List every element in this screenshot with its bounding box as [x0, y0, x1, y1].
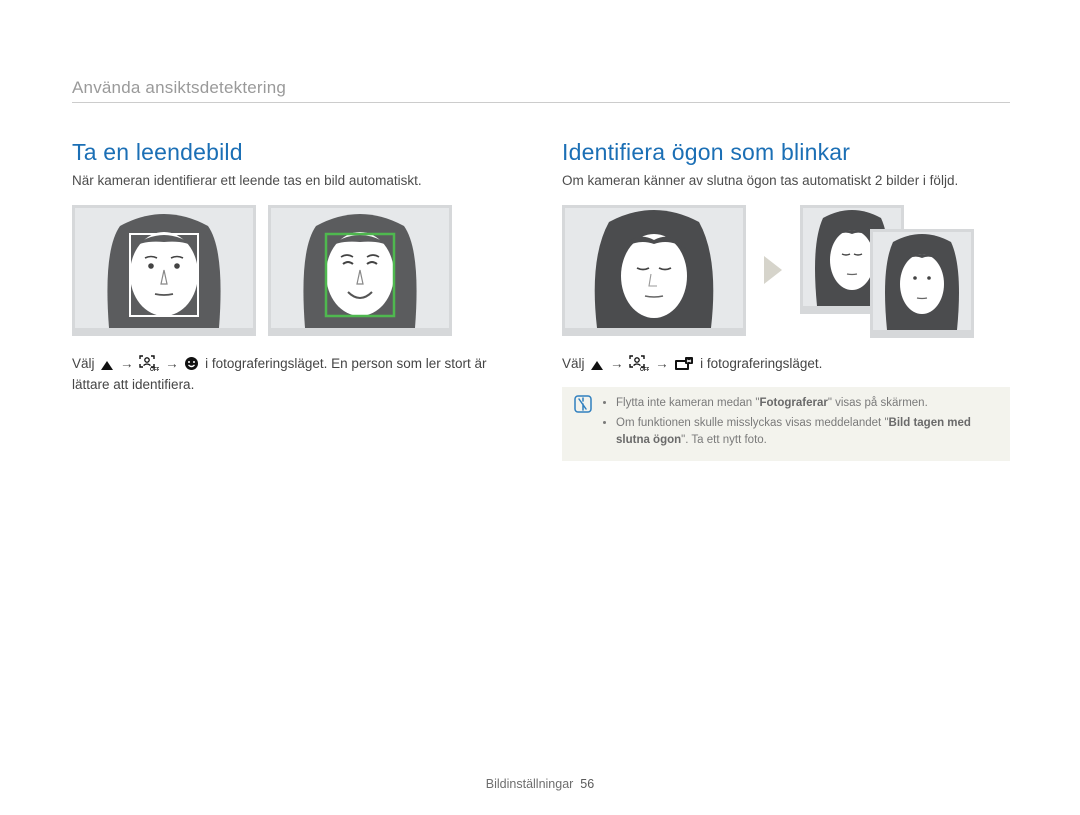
left-select-prefix: Välj	[72, 356, 98, 371]
arrow-text: →	[120, 356, 134, 371]
face-detect-off-icon: OFF	[629, 355, 649, 371]
right-select-line: Välj → OFF → i fotograferingsläget.	[562, 354, 1010, 375]
left-select-mid: i fotograferingsläget. En person som ler…	[72, 356, 486, 392]
left-column: Ta en leendebild När kameran identifiera…	[72, 139, 522, 461]
arrow-right-icon	[764, 256, 782, 284]
note1b: Fotograferar	[759, 397, 827, 409]
right-title: Identifiera ögon som blinkar	[562, 139, 1010, 166]
footer-section: Bildinställningar	[486, 777, 574, 791]
note2a: Om funktionen skulle misslyckas visas me…	[616, 417, 889, 429]
blink-photo-closed	[562, 205, 746, 336]
blink-photo-stack	[800, 205, 980, 335]
note1c: " visas på skärmen.	[828, 397, 928, 409]
left-select-line: Välj → OFF → i fotograferingsläget. En p…	[72, 354, 522, 396]
blink-detect-icon	[674, 357, 694, 371]
left-title: Ta en leendebild	[72, 139, 522, 166]
footer-page-number: 56	[580, 777, 594, 791]
right-select-prefix: Välj	[562, 356, 588, 371]
left-intro: När kameran identifierar ett leende tas …	[72, 172, 522, 191]
face-detect-off-icon: OFF	[139, 355, 159, 371]
right-select-mid: i fotograferingsläget.	[700, 356, 822, 371]
arrow-text-2: →	[165, 356, 179, 371]
arrow-text-3: →	[610, 356, 624, 371]
svg-text:OFF: OFF	[640, 367, 649, 371]
right-column: Identifiera ögon som blinkar Om kameran …	[562, 139, 1010, 461]
blink-images	[562, 205, 1010, 336]
note2c: ". Ta ett nytt foto.	[681, 434, 767, 446]
smile-photo-smiling	[268, 205, 452, 336]
smile-photo-neutral	[72, 205, 256, 336]
smile-images	[72, 205, 522, 336]
svg-text:OFF: OFF	[150, 367, 159, 371]
note-item-2: Om funktionen skulle misslyckas visas me…	[616, 415, 998, 448]
page-footer: Bildinställningar 56	[0, 777, 1080, 791]
up-triangle-icon	[590, 359, 604, 371]
note1a: Flytta inte kameran medan "	[616, 397, 759, 409]
arrow-text-4: →	[655, 356, 669, 371]
right-intro: Om kameran känner av slutna ögon tas aut…	[562, 172, 1010, 191]
note-item-1: Flytta inte kameran medan "Fotograferar"…	[616, 395, 998, 412]
up-triangle-icon	[100, 359, 114, 371]
smile-face-icon	[184, 356, 199, 371]
content-columns: Ta en leendebild När kameran identifiera…	[72, 139, 1010, 461]
note-box: Flytta inte kameran medan "Fotograferar"…	[562, 387, 1010, 461]
breadcrumb: Använda ansiktsdetektering	[72, 78, 1010, 103]
note-info-icon	[574, 395, 592, 453]
